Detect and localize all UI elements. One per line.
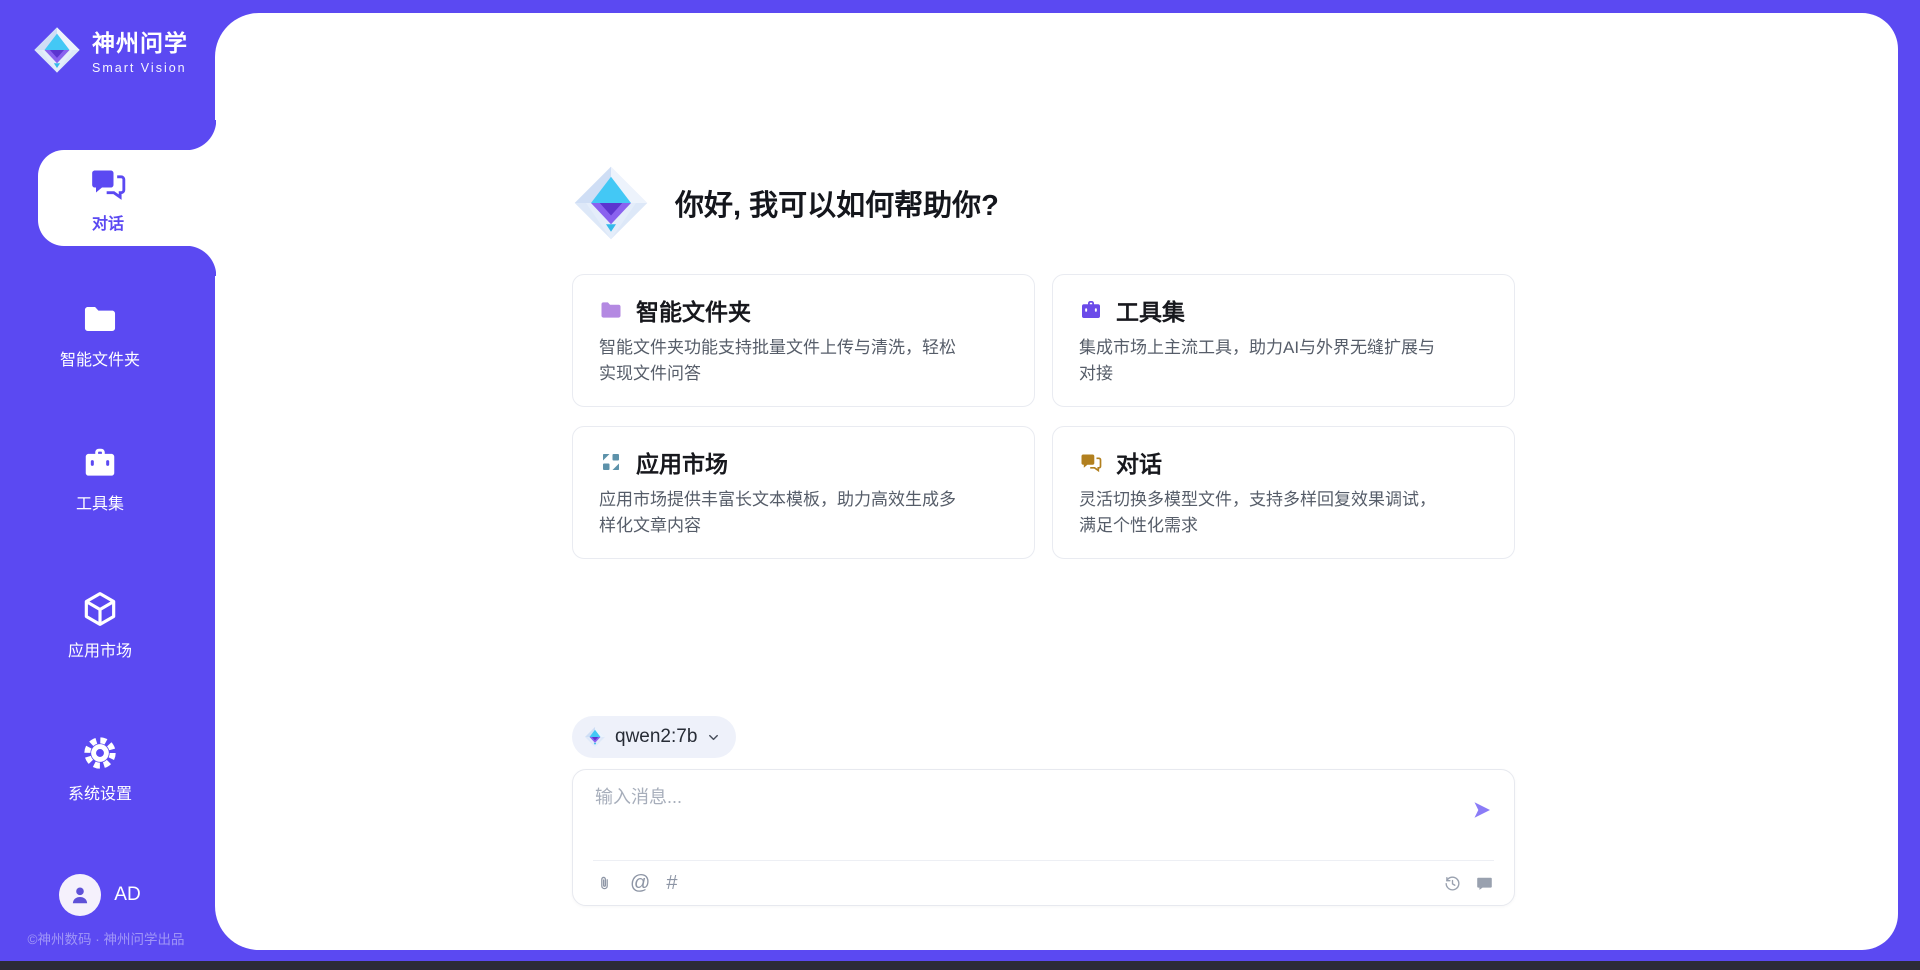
avatar [59, 874, 101, 916]
card-description: 集成市场上主流工具，助力AI与外界无缝扩展与对接 [1079, 335, 1447, 386]
message-input[interactable] [595, 783, 1415, 841]
card-app-market[interactable]: 应用市场 应用市场提供丰富长文本模板，助力高效生成多样化文章内容 [572, 426, 1035, 559]
sidebar-item-toolset[interactable]: 工具集 [0, 444, 200, 514]
folder-icon [599, 298, 623, 322]
sidebar-item-label: 工具集 [76, 490, 124, 514]
card-title: 工具集 [1116, 293, 1185, 327]
cube-icon [80, 589, 120, 629]
hash-icon[interactable]: # [666, 873, 677, 893]
card-description: 灵活切换多模型文件，支持多样回复效果调试，满足个性化需求 [1079, 487, 1447, 538]
user-profile[interactable]: AD [0, 874, 200, 916]
sidebar-item-app-market[interactable]: 应用市场 [0, 589, 200, 661]
chat-icon [88, 163, 128, 203]
card-smart-folders[interactable]: 智能文件夹 智能文件夹功能支持批量文件上传与清洗，轻松实现文件问答 [572, 274, 1035, 407]
brand: 神州问学 Smart Vision [32, 24, 188, 75]
card-chat[interactable]: 对话 灵活切换多模型文件，支持多样回复效果调试，满足个性化需求 [1052, 426, 1515, 559]
folder-icon [81, 300, 119, 338]
card-toolset[interactable]: 工具集 集成市场上主流工具，助力AI与外界无缝扩展与对接 [1052, 274, 1515, 407]
message-composer: @ # [572, 769, 1515, 906]
grid-icon [599, 450, 623, 474]
model-selector[interactable]: qwen2:7b [572, 716, 736, 758]
sidebar-item-label: 对话 [92, 210, 124, 234]
chat-icon [1079, 450, 1103, 474]
model-gem-icon [584, 726, 606, 748]
at-mention-icon[interactable]: @ [630, 873, 650, 893]
send-icon[interactable] [1470, 798, 1494, 822]
card-title: 智能文件夹 [636, 293, 751, 327]
sidebar-item-settings[interactable]: 系统设置 [0, 734, 200, 804]
chat-bubble-icon[interactable] [1475, 874, 1494, 893]
user-name: AD [114, 884, 140, 906]
sidebar-item-label: 系统设置 [68, 780, 132, 804]
composer-toolbar: @ # [595, 867, 1494, 899]
greeting-gem-icon [571, 163, 651, 243]
chevron-down-icon [706, 730, 721, 745]
greeting: 你好, 我可以如何帮助你? [571, 163, 999, 243]
toolbox-icon [81, 444, 119, 482]
sidebar-item-label: 应用市场 [68, 637, 132, 661]
composer-divider [593, 860, 1494, 861]
main-panel: 你好, 我可以如何帮助你? 智能文件夹 智能文件夹功能支持批量文件上传与清洗，轻… [215, 13, 1898, 950]
attachment-icon[interactable] [595, 874, 614, 893]
sidebar: 神州问学 Smart Vision 对话 智能文件夹 工具集 应用市场 系统设置… [0, 0, 215, 970]
sidebar-item-smart-folders[interactable]: 智能文件夹 [0, 300, 200, 370]
card-description: 智能文件夹功能支持批量文件上传与清洗，轻松实现文件问答 [599, 335, 967, 386]
toolbox-icon [1079, 298, 1103, 322]
bottom-bar [0, 961, 1920, 970]
person-icon [67, 882, 93, 908]
gear-icon [81, 734, 119, 772]
feature-cards: 智能文件夹 智能文件夹功能支持批量文件上传与清洗，轻松实现文件问答 工具集 集成… [572, 274, 1516, 559]
brand-subtitle: Smart Vision [92, 61, 188, 75]
card-title: 应用市场 [636, 445, 728, 479]
brand-title: 神州问学 [92, 24, 188, 58]
card-description: 应用市场提供丰富长文本模板，助力高效生成多样化文章内容 [599, 487, 967, 538]
card-title: 对话 [1116, 445, 1162, 479]
copyright: ©神州数码 · 神州问学出品 [0, 928, 212, 948]
sidebar-item-label: 智能文件夹 [60, 346, 140, 370]
sidebar-item-chat[interactable]: 对话 [38, 150, 216, 246]
brand-gem-icon [32, 25, 82, 75]
model-name: qwen2:7b [615, 726, 697, 748]
history-icon[interactable] [1443, 874, 1462, 893]
greeting-text: 你好, 我可以如何帮助你? [675, 182, 999, 224]
